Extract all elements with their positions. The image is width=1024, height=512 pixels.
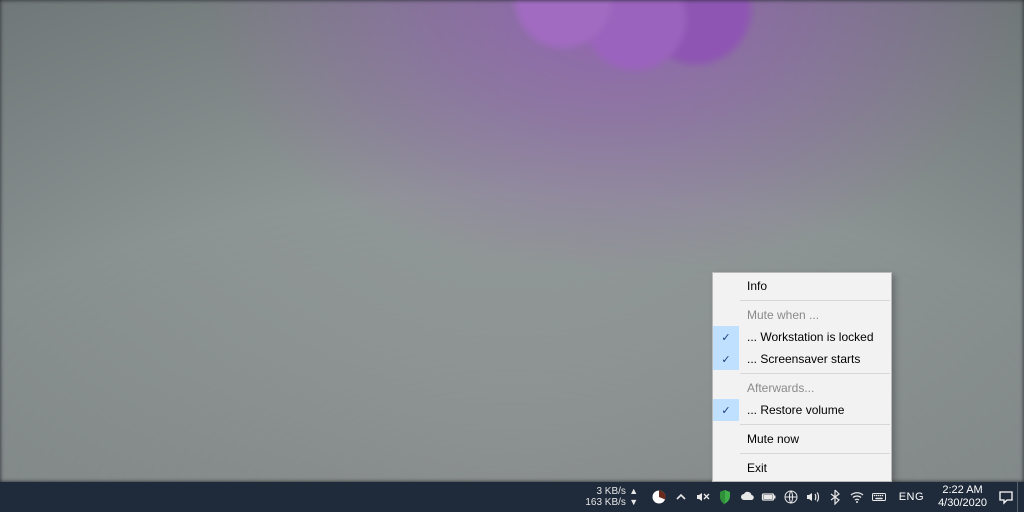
menu-item-info[interactable]: Info — [713, 275, 891, 297]
battery-icon[interactable] — [761, 489, 777, 505]
menu-label: ... Workstation is locked — [739, 330, 874, 344]
menu-separator — [740, 300, 890, 301]
volume-icon[interactable] — [805, 489, 821, 505]
menu-label: Afterwards... — [739, 381, 814, 395]
menu-label: Exit — [739, 461, 767, 475]
menu-separator — [740, 453, 890, 454]
show-desktop-button[interactable] — [1017, 482, 1024, 512]
volume-muted-icon[interactable] — [695, 489, 711, 505]
net-download-value: 163 KB/s — [585, 497, 626, 508]
menu-header-mute-when: Mute when ... — [713, 304, 891, 326]
wifi-icon[interactable] — [849, 489, 865, 505]
arrow-down-icon: ▼ — [629, 497, 639, 508]
taskbar-clock[interactable]: 2:22 AM 4/30/2020 — [930, 484, 995, 510]
menu-item-screensaver-starts[interactable]: ... Screensaver starts — [713, 348, 891, 370]
menu-gutter — [713, 275, 739, 297]
menu-gutter — [713, 377, 739, 399]
menu-item-restore-volume[interactable]: ... Restore volume — [713, 399, 891, 421]
menu-label: Mute now — [739, 432, 799, 446]
tray-context-menu: Info Mute when ... ... Workstation is lo… — [712, 272, 892, 482]
language-indicator[interactable]: ENG — [893, 491, 930, 503]
tray-overflow-chevron-icon[interactable] — [673, 489, 689, 505]
menu-checkmark-icon — [713, 326, 739, 348]
taskbar: 3 KB/s ▲ 163 KB/s ▼ — [0, 482, 1024, 512]
menu-label: ... Screensaver starts — [739, 352, 860, 366]
menu-gutter — [713, 428, 739, 450]
clock-time: 2:22 AM — [938, 484, 987, 497]
menu-label: ... Restore volume — [739, 403, 844, 417]
arrow-up-icon: ▲ — [629, 486, 639, 497]
menu-label: Mute when ... — [739, 308, 819, 322]
menu-gutter — [713, 457, 739, 479]
menu-item-mute-now[interactable]: Mute now — [713, 428, 891, 450]
menu-gutter — [713, 304, 739, 326]
menu-separator — [740, 373, 890, 374]
menu-item-exit[interactable]: Exit — [713, 457, 891, 479]
network-globe-icon[interactable] — [783, 489, 799, 505]
action-center-icon[interactable] — [995, 482, 1017, 512]
menu-item-workstation-locked[interactable]: ... Workstation is locked — [713, 326, 891, 348]
network-monitor[interactable]: 3 KB/s ▲ 163 KB/s ▼ — [585, 486, 644, 508]
menu-separator — [740, 424, 890, 425]
menu-checkmark-icon — [713, 399, 739, 421]
menu-checkmark-icon — [713, 348, 739, 370]
net-upload-value: 3 KB/s — [596, 486, 625, 497]
menu-label: Info — [739, 279, 767, 293]
pie-timer-icon[interactable] — [651, 489, 667, 505]
system-tray — [645, 489, 893, 505]
keyboard-icon[interactable] — [871, 489, 887, 505]
security-shield-icon[interactable] — [717, 489, 733, 505]
menu-header-afterwards: Afterwards... — [713, 377, 891, 399]
onedrive-cloud-icon[interactable] — [739, 489, 755, 505]
clock-date: 4/30/2020 — [938, 497, 987, 510]
bluetooth-icon[interactable] — [827, 489, 843, 505]
